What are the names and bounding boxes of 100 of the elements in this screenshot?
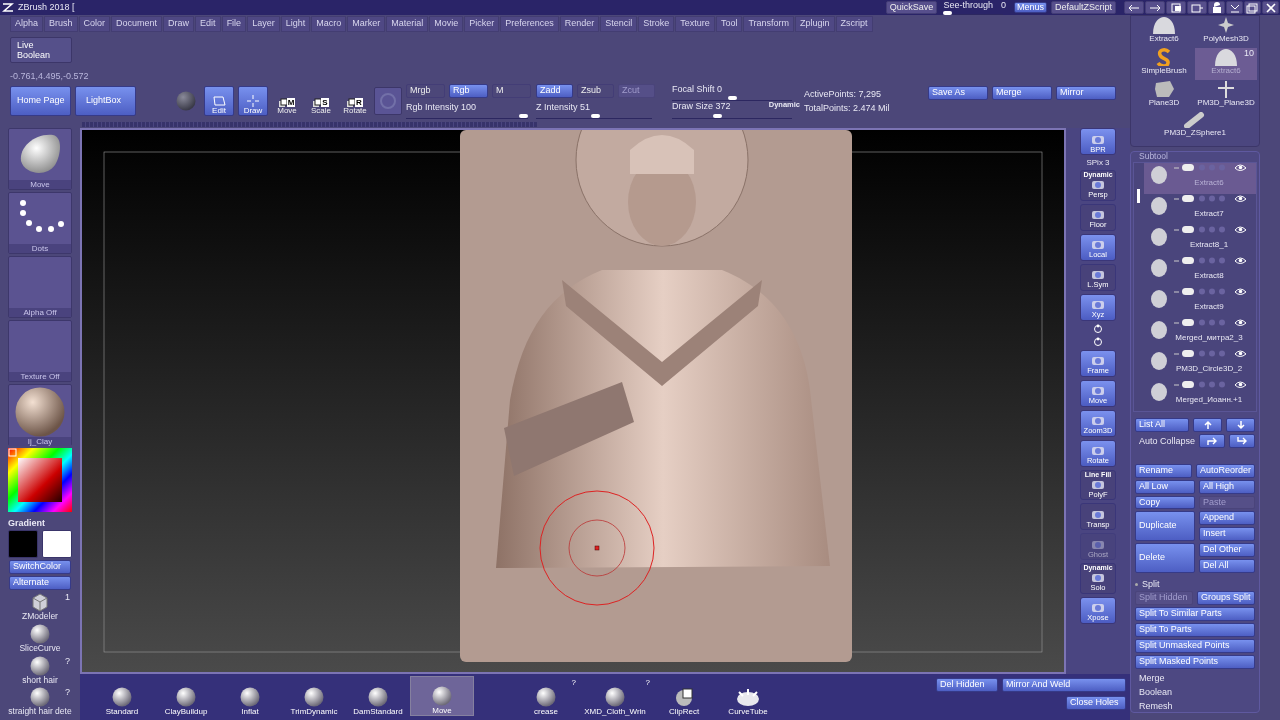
menu-item[interactable]: Material bbox=[386, 16, 429, 32]
mode-toggle[interactable]: Mrgb bbox=[406, 83, 445, 98]
section-header[interactable]: Split bbox=[1142, 579, 1160, 590]
split-button[interactable]: Split To Parts bbox=[1135, 623, 1255, 637]
mode-toggle[interactable]: Zadd bbox=[536, 83, 573, 98]
window-control-button[interactable] bbox=[1208, 1, 1225, 14]
brush-label[interactable]: ZModeler bbox=[22, 612, 58, 622]
tool-preset-item[interactable]: Inflat bbox=[218, 676, 282, 716]
mode-button[interactable]: S Scale bbox=[306, 86, 336, 117]
window-control-button[interactable] bbox=[1187, 1, 1207, 14]
subtool-item[interactable]: PM3D_Circle3D_2 bbox=[1144, 348, 1256, 380]
brush-label[interactable]: crease bbox=[534, 706, 558, 716]
subtool-action-button[interactable]: All Low bbox=[1135, 479, 1195, 494]
slider-thumb[interactable] bbox=[590, 113, 600, 118]
menu-item[interactable]: Picker bbox=[464, 16, 500, 32]
shelf-tile[interactable]: Dots bbox=[8, 192, 72, 254]
window-control-button[interactable] bbox=[1226, 1, 1243, 14]
section-header[interactable]: Boolean bbox=[1135, 687, 1255, 698]
arrow-button[interactable] bbox=[1199, 433, 1225, 448]
shelf-tile[interactable]: Move bbox=[8, 128, 72, 190]
menu-item[interactable]: Document bbox=[111, 16, 163, 32]
menu-item[interactable]: Layer bbox=[247, 16, 280, 32]
cube-icon[interactable] bbox=[30, 592, 50, 613]
mode-toggle[interactable]: Zsub bbox=[577, 83, 614, 98]
color-swatch[interactable] bbox=[42, 530, 72, 559]
mode-toggle[interactable]: M bbox=[492, 83, 531, 98]
subtool-action-button[interactable]: Del Other bbox=[1199, 543, 1255, 558]
mirror-and-weld-button[interactable]: Mirror And Weld bbox=[1002, 678, 1126, 692]
subtool-item[interactable]: Extract8 bbox=[1144, 255, 1256, 287]
script-button[interactable]: DefaultZScript bbox=[1050, 0, 1116, 15]
window-control-button[interactable] bbox=[1262, 1, 1279, 14]
scrollbar-thumb[interactable] bbox=[1137, 188, 1140, 203]
tool-action-button[interactable]: Merge bbox=[992, 86, 1052, 101]
menu-item[interactable]: Texture bbox=[675, 16, 715, 32]
subtool-action-button[interactable]: AutoReorder bbox=[1195, 463, 1255, 478]
subtool-item[interactable]: Extract9 bbox=[1144, 286, 1256, 318]
tool-preset-item[interactable]: DamStandard bbox=[346, 676, 410, 716]
menu-item[interactable]: Movie bbox=[429, 16, 464, 32]
subtool-item[interactable]: Extract6 bbox=[1144, 162, 1256, 194]
home-page-button[interactable]: Home Page bbox=[10, 86, 71, 117]
tool-thumbnail[interactable]: Extract6 bbox=[1133, 16, 1195, 48]
brush-label[interactable]: straight hair dete bbox=[8, 707, 72, 718]
window-control-button[interactable] bbox=[1145, 1, 1165, 14]
tool-thumbnail[interactable]: Extract6 10 bbox=[1195, 48, 1257, 80]
menu-item[interactable]: Edit bbox=[195, 16, 221, 32]
split-button[interactable]: Split To Similar Parts bbox=[1135, 607, 1255, 622]
tool-preset-item[interactable]: Standard bbox=[90, 676, 154, 716]
brush-preview[interactable] bbox=[374, 87, 402, 116]
switch-color-button[interactable]: SwitchColor bbox=[9, 560, 71, 575]
mode-toggle[interactable]: Rgb bbox=[449, 83, 488, 98]
menu-item[interactable]: Brush bbox=[44, 16, 78, 32]
slider-thumb[interactable] bbox=[713, 113, 723, 118]
sphere-icon[interactable] bbox=[605, 686, 625, 707]
window-control-button[interactable] bbox=[1244, 1, 1261, 14]
menu-item[interactable]: Marker bbox=[347, 16, 386, 32]
panel-header[interactable]: Subtool bbox=[1131, 152, 1259, 162]
brush-label[interactable]: short hair bbox=[22, 675, 58, 686]
mode-button[interactable]: M Move bbox=[272, 86, 302, 117]
slider-thumb[interactable] bbox=[727, 96, 737, 101]
slider-track[interactable] bbox=[943, 9, 1004, 15]
sphere-icon[interactable] bbox=[30, 655, 50, 676]
slider-track[interactable] bbox=[672, 95, 792, 102]
menu-item[interactable]: Render bbox=[559, 16, 600, 32]
menu-item[interactable]: Alpha bbox=[10, 16, 44, 32]
slider-track[interactable] bbox=[406, 112, 528, 119]
tool-preset-item[interactable]: Move bbox=[410, 676, 474, 716]
subtool-action-button[interactable]: Del All bbox=[1199, 559, 1255, 573]
tool-thumbnail[interactable]: Plane3D bbox=[1133, 80, 1195, 112]
menu-item[interactable]: Draw bbox=[163, 16, 195, 32]
live-boolean-button[interactable]: Live Boolean bbox=[10, 37, 72, 63]
tool-thumbnail[interactable]: PM3D_ZSphere1 bbox=[1133, 112, 1257, 144]
menu-item[interactable]: File bbox=[221, 16, 247, 32]
tool-preset-item[interactable]: TrimDynamic bbox=[282, 676, 346, 716]
menu-item[interactable]: Stroke bbox=[638, 16, 675, 32]
brush-label[interactable]: ClipRect bbox=[668, 706, 700, 716]
tool-thumbnail[interactable]: SimpleBrush bbox=[1133, 48, 1195, 80]
tool-thumbnail[interactable]: PM3D_Plane3D bbox=[1195, 80, 1257, 112]
menu-item[interactable]: Transform bbox=[743, 16, 795, 32]
subtool-action-button[interactable]: Insert bbox=[1199, 527, 1255, 542]
mode-button[interactable]: Edit bbox=[204, 86, 234, 117]
menu-item[interactable]: Color bbox=[78, 16, 111, 32]
menu-item[interactable]: Zplugin bbox=[795, 16, 835, 32]
menu-item[interactable]: Macro bbox=[311, 16, 347, 32]
alternate-button[interactable]: Alternate bbox=[9, 576, 71, 591]
del-hidden-button[interactable]: Del Hidden bbox=[936, 678, 998, 692]
menu-item[interactable]: Zscript bbox=[835, 16, 873, 32]
subtool-action-button[interactable]: Duplicate bbox=[1135, 511, 1195, 542]
tool-preset-item[interactable]: SliceCurve bbox=[4, 623, 76, 654]
brush-label[interactable]: CurveTube bbox=[728, 706, 768, 716]
section-header[interactable]: Remesh bbox=[1135, 701, 1255, 712]
move-subtool-button[interactable] bbox=[1226, 417, 1255, 432]
split-button[interactable]: Split Masked Points bbox=[1135, 654, 1255, 669]
shelf-tile[interactable]: Ij_Clay bbox=[8, 384, 72, 446]
slider-track[interactable] bbox=[672, 112, 792, 119]
subtool-action-button[interactable]: Delete bbox=[1135, 543, 1195, 573]
section-header[interactable]: Merge bbox=[1135, 672, 1255, 684]
slider-thumb[interactable] bbox=[519, 113, 528, 118]
slider-track[interactable] bbox=[536, 112, 652, 119]
shelf-tile[interactable]: Alpha Off bbox=[8, 256, 72, 318]
sphere-icon[interactable] bbox=[30, 687, 50, 708]
